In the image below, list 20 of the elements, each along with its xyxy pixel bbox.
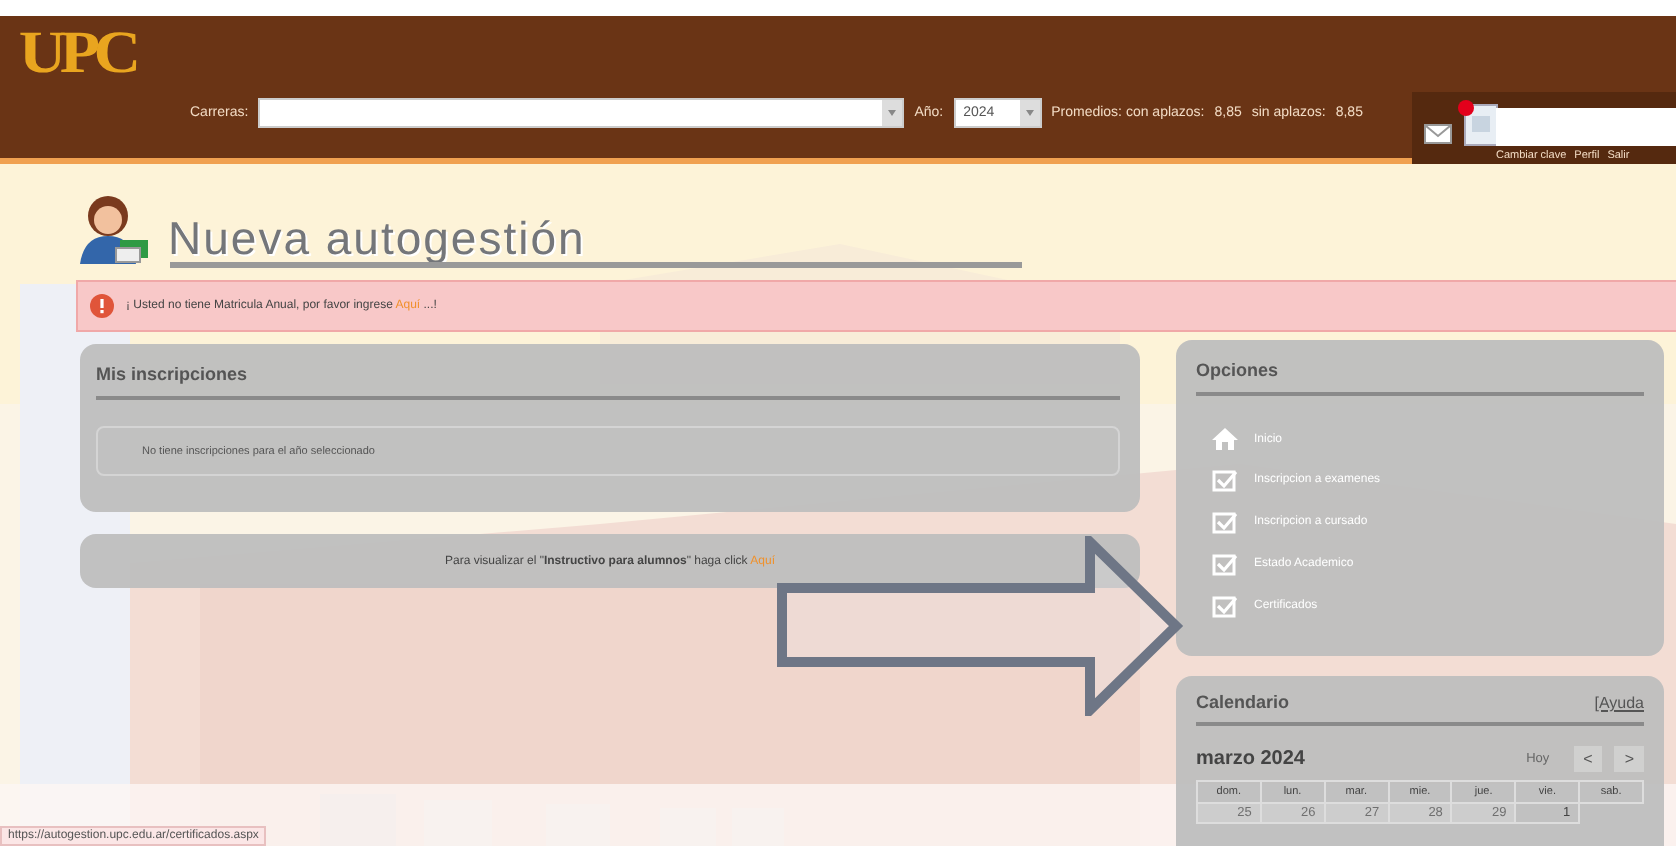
panel-title: Mis inscripciones <box>96 364 1120 400</box>
dropdown-icon <box>882 100 903 126</box>
checkbox-icon <box>1212 510 1238 534</box>
month-label: marzo 2024 <box>1196 748 1307 770</box>
next-button[interactable]: > <box>1614 746 1644 772</box>
dropdown-icon <box>1019 100 1040 126</box>
checkbox-icon <box>1212 468 1238 492</box>
warning-icon <box>90 294 114 318</box>
panel-title: Calendario <box>1196 692 1290 712</box>
panel-title: Opciones <box>1196 360 1644 396</box>
checkbox-icon <box>1212 594 1238 618</box>
page-title: Nueva autogestión <box>168 212 586 264</box>
mail-icon[interactable] <box>1424 124 1452 144</box>
previous-button[interactable]: < <box>1573 746 1603 772</box>
logo: UPC <box>18 20 135 88</box>
checkbox-icon <box>1212 552 1238 576</box>
careers-select[interactable] <box>258 98 905 128</box>
document-icon[interactable] <box>1464 104 1498 146</box>
home-icon <box>1212 428 1238 450</box>
help-link[interactable]: [Ayuda <box>1594 694 1644 712</box>
